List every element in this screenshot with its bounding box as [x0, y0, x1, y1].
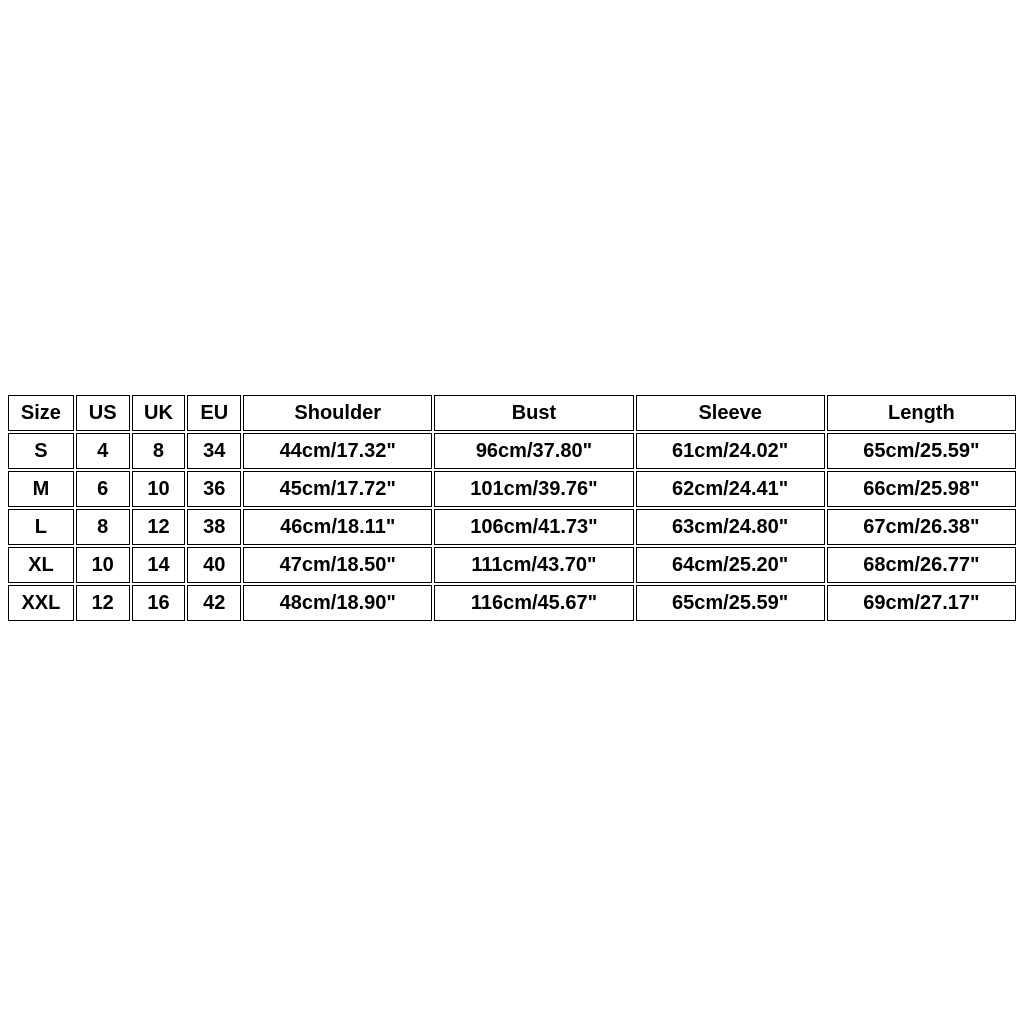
cell-shoulder: 47cm/18.50": [243, 547, 432, 583]
cell-bust: 101cm/39.76": [434, 471, 633, 507]
col-header-eu: EU: [187, 395, 241, 431]
page-canvas: Size US UK EU Shoulder Bust Sleeve Lengt…: [0, 0, 1024, 1024]
cell-length: 69cm/27.17": [827, 585, 1016, 621]
cell-size: XXL: [8, 585, 74, 621]
cell-size: M: [8, 471, 74, 507]
cell-bust: 111cm/43.70": [434, 547, 633, 583]
cell-shoulder: 48cm/18.90": [243, 585, 432, 621]
col-header-length: Length: [827, 395, 1016, 431]
table-row: XL 10 14 40 47cm/18.50" 111cm/43.70" 64c…: [8, 547, 1016, 583]
cell-bust: 116cm/45.67": [434, 585, 633, 621]
cell-shoulder: 45cm/17.72": [243, 471, 432, 507]
col-header-size: Size: [8, 395, 74, 431]
cell-shoulder: 44cm/17.32": [243, 433, 432, 469]
col-header-us: US: [76, 395, 130, 431]
size-chart-container: Size US UK EU Shoulder Bust Sleeve Lengt…: [6, 393, 1018, 623]
cell-uk: 10: [132, 471, 186, 507]
cell-uk: 14: [132, 547, 186, 583]
cell-sleeve: 65cm/25.59": [636, 585, 825, 621]
table-row: XXL 12 16 42 48cm/18.90" 116cm/45.67" 65…: [8, 585, 1016, 621]
cell-us: 12: [76, 585, 130, 621]
cell-size: XL: [8, 547, 74, 583]
cell-bust: 106cm/41.73": [434, 509, 633, 545]
size-chart-table: Size US UK EU Shoulder Bust Sleeve Lengt…: [6, 393, 1018, 623]
cell-bust: 96cm/37.80": [434, 433, 633, 469]
cell-length: 66cm/25.98": [827, 471, 1016, 507]
cell-size: S: [8, 433, 74, 469]
header-row: Size US UK EU Shoulder Bust Sleeve Lengt…: [8, 395, 1016, 431]
cell-eu: 34: [187, 433, 241, 469]
table-head: Size US UK EU Shoulder Bust Sleeve Lengt…: [8, 395, 1016, 431]
cell-sleeve: 62cm/24.41": [636, 471, 825, 507]
cell-uk: 16: [132, 585, 186, 621]
col-header-sleeve: Sleeve: [636, 395, 825, 431]
table-row: S 4 8 34 44cm/17.32" 96cm/37.80" 61cm/24…: [8, 433, 1016, 469]
cell-length: 65cm/25.59": [827, 433, 1016, 469]
cell-length: 67cm/26.38": [827, 509, 1016, 545]
table-body: S 4 8 34 44cm/17.32" 96cm/37.80" 61cm/24…: [8, 433, 1016, 621]
cell-length: 68cm/26.77": [827, 547, 1016, 583]
cell-eu: 38: [187, 509, 241, 545]
cell-us: 10: [76, 547, 130, 583]
cell-us: 8: [76, 509, 130, 545]
table-row: L 8 12 38 46cm/18.11" 106cm/41.73" 63cm/…: [8, 509, 1016, 545]
cell-size: L: [8, 509, 74, 545]
col-header-uk: UK: [132, 395, 186, 431]
cell-eu: 42: [187, 585, 241, 621]
cell-eu: 36: [187, 471, 241, 507]
table-row: M 6 10 36 45cm/17.72" 101cm/39.76" 62cm/…: [8, 471, 1016, 507]
cell-eu: 40: [187, 547, 241, 583]
cell-sleeve: 64cm/25.20": [636, 547, 825, 583]
cell-uk: 12: [132, 509, 186, 545]
cell-sleeve: 61cm/24.02": [636, 433, 825, 469]
col-header-shoulder: Shoulder: [243, 395, 432, 431]
cell-sleeve: 63cm/24.80": [636, 509, 825, 545]
cell-shoulder: 46cm/18.11": [243, 509, 432, 545]
col-header-bust: Bust: [434, 395, 633, 431]
cell-us: 4: [76, 433, 130, 469]
cell-us: 6: [76, 471, 130, 507]
cell-uk: 8: [132, 433, 186, 469]
